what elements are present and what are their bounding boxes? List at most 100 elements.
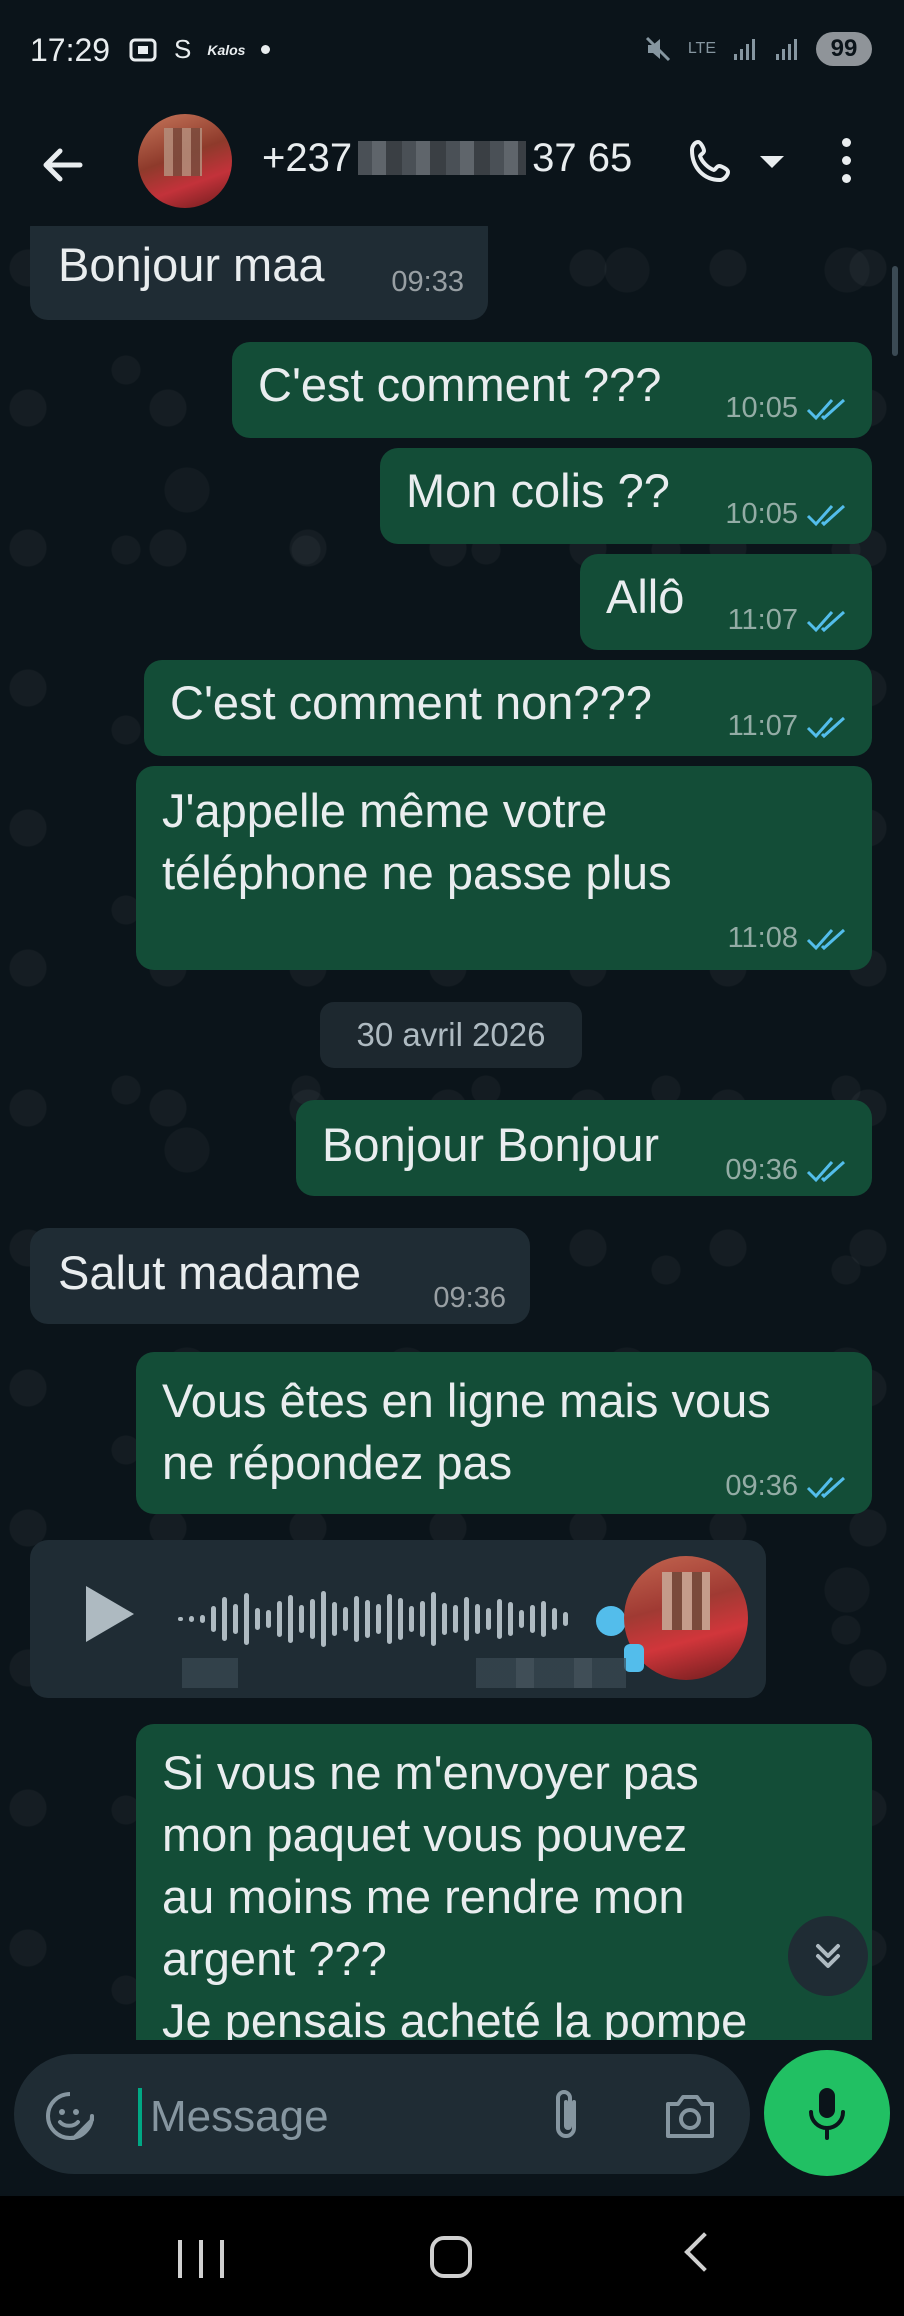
status-s-icon: S	[174, 34, 192, 64]
signal-icon-1	[734, 39, 755, 60]
waveform-bar	[398, 1598, 403, 1640]
message-time: 09:36	[433, 1282, 506, 1315]
read-ticks-icon	[806, 1160, 846, 1182]
waveform-bar	[178, 1617, 183, 1621]
screenshot-icon	[129, 38, 157, 61]
read-ticks-icon	[806, 716, 846, 738]
double-chevron-down-icon	[816, 1944, 840, 1968]
message-input[interactable]: Message	[150, 2092, 329, 2142]
voice-message[interactable]	[30, 1540, 766, 1698]
read-ticks-icon	[806, 928, 846, 950]
sticker-icon[interactable]	[44, 2090, 96, 2142]
back-arrow-icon[interactable]	[36, 138, 90, 192]
microphone-icon	[809, 2088, 845, 2140]
message-bubble-outgoing[interactable]: Si vous ne m'envoyer pas mon paquet vous…	[136, 1724, 872, 2040]
voice-record-button[interactable]	[764, 2050, 890, 2176]
contact-prefix: +237	[262, 136, 353, 180]
contact-name[interactable]: +237 37 65	[262, 136, 632, 181]
camera-icon[interactable]	[662, 2090, 718, 2142]
message-time: 09:36	[725, 1154, 850, 1187]
play-icon[interactable]	[86, 1586, 134, 1642]
status-bar: 17:29 S Kalos LTE 99	[0, 0, 904, 104]
message-text: C'est comment non???	[170, 676, 652, 729]
timestamp: 10:05	[725, 392, 798, 424]
waveform-bar	[420, 1601, 425, 1637]
waveform-bar	[354, 1596, 359, 1642]
nav-back-icon[interactable]	[684, 2232, 724, 2272]
phone-icon[interactable]	[684, 134, 738, 188]
message-text: Si vous ne m'envoyer pas mon paquet vous…	[162, 1746, 748, 2040]
read-ticks-icon	[806, 610, 846, 632]
message-bubble-outgoing[interactable]: Mon colis ?? 10:05	[380, 448, 872, 544]
message-bubble-outgoing[interactable]: C'est comment non??? 11:07	[144, 660, 872, 756]
date-separator: 30 avril 2026	[320, 1002, 582, 1068]
message-text: Salut madame	[58, 1246, 362, 1299]
message-bubble-outgoing[interactable]: Vous êtes en ligne mais vous ne répondez…	[136, 1352, 872, 1514]
waveform-bar	[277, 1601, 282, 1637]
message-time: 10:05	[725, 498, 850, 531]
waveform-bar	[343, 1607, 348, 1631]
lte-label: LTE	[687, 40, 716, 57]
recents-icon[interactable]	[178, 2240, 224, 2278]
timestamp: 11:08	[727, 922, 798, 954]
chat-header: +237 37 65	[0, 104, 904, 226]
waveform-bar	[255, 1608, 260, 1630]
dropdown-caret-icon[interactable]	[760, 156, 784, 168]
waveform-bar	[431, 1592, 436, 1646]
waveform-bar	[310, 1599, 315, 1639]
mute-icon	[645, 36, 670, 62]
status-left-icons: S Kalos	[128, 34, 271, 65]
message-time: 11:07	[728, 604, 850, 637]
message-text: Vous êtes en ligne mais vous ne répondez…	[162, 1374, 771, 1489]
waveform-bar	[442, 1603, 447, 1635]
read-ticks-icon	[806, 504, 846, 526]
waveform-bar	[409, 1606, 414, 1632]
waveform-bar	[519, 1610, 524, 1628]
text-cursor	[138, 2088, 142, 2146]
waveform-bar	[211, 1606, 216, 1632]
mic-badge-icon	[624, 1644, 644, 1672]
message-bubble-outgoing[interactable]: Allô 11:07	[580, 554, 872, 650]
message-bubble-incoming[interactable]: Bonjour maa 09:33	[30, 226, 488, 320]
message-text: Allô	[606, 570, 685, 623]
scroll-to-bottom-button[interactable]	[788, 1916, 868, 1996]
timestamp: 11:07	[727, 604, 798, 636]
waveform-bar	[464, 1597, 469, 1641]
message-bubble-outgoing[interactable]: Bonjour Bonjour 09:36	[296, 1100, 872, 1196]
waveform-bar	[189, 1616, 194, 1622]
home-icon[interactable]	[430, 2236, 472, 2278]
message-time: 10:05	[725, 392, 850, 425]
message-bubble-incoming[interactable]: Salut madame 09:36	[30, 1228, 530, 1324]
more-vert-icon[interactable]	[838, 138, 854, 192]
message-text: Mon colis ??	[406, 464, 670, 517]
contact-avatar[interactable]	[138, 114, 232, 208]
timestamp: 09:36	[725, 1154, 798, 1186]
message-bubble-outgoing[interactable]: C'est comment ??? 10:05	[232, 342, 872, 438]
waveform-bar	[453, 1605, 458, 1633]
waveform-bar	[486, 1608, 491, 1630]
message-composer: Message	[0, 2040, 904, 2196]
scrollbar[interactable]	[892, 266, 898, 356]
paperclip-icon[interactable]	[544, 2086, 588, 2146]
message-input-bar[interactable]: Message	[14, 2054, 750, 2174]
waveform-bar	[332, 1602, 337, 1636]
signal-icon-2	[776, 39, 797, 60]
status-brand: Kalos	[207, 41, 246, 58]
status-time: 17:29	[30, 32, 111, 68]
waveform-bar	[222, 1597, 227, 1641]
message-text: Bonjour maa	[58, 238, 325, 291]
voice-time-redacted	[476, 1658, 626, 1688]
timestamp: 09:36	[433, 1282, 506, 1314]
message-bubble-outgoing[interactable]: J'appelle même votre téléphone ne passe …	[136, 766, 872, 970]
message-text: J'appelle même votre téléphone ne passe …	[162, 784, 672, 899]
playback-thumb[interactable]	[596, 1606, 626, 1636]
waveform-bar	[475, 1604, 480, 1634]
timestamp: 09:33	[391, 266, 464, 298]
voice-waveform[interactable]	[178, 1578, 608, 1660]
waveform-bar	[508, 1602, 513, 1636]
waveform-bar	[376, 1604, 381, 1634]
chat-area[interactable]: Bonjour maa 09:33 C'est comment ??? 10:0…	[0, 226, 904, 2040]
waveform-bar	[365, 1600, 370, 1638]
message-time: 09:33	[391, 266, 464, 299]
message-text: Bonjour Bonjour	[322, 1118, 660, 1171]
